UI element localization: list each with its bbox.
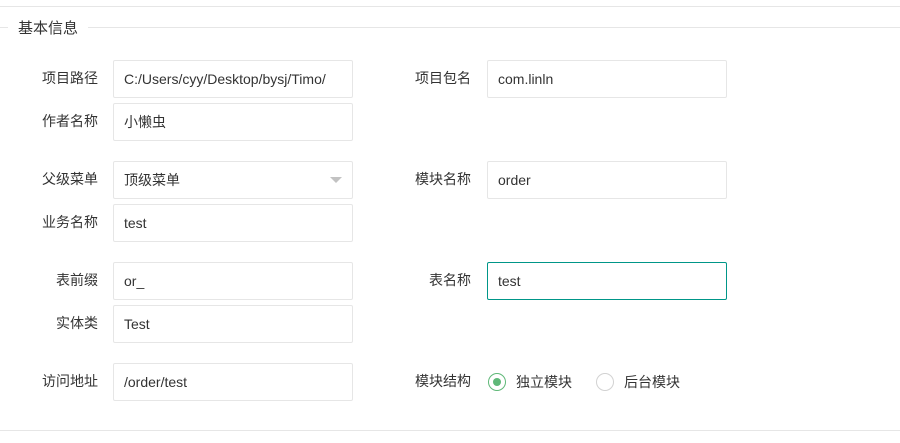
package-name-input[interactable]: com.linln [487, 60, 727, 98]
module-structure-radio-group: 独立模块 后台模块 [488, 363, 704, 401]
radio-unchecked-icon [596, 373, 614, 391]
radio-admin-module[interactable]: 后台模块 [596, 372, 680, 392]
radio-admin-label: 后台模块 [624, 375, 680, 391]
module-name-label: 模块名称 [415, 172, 471, 188]
code-generator-form: 基本信息 项目路径 C:/Users/cyy/Desktop/bysj/Timo… [0, 0, 900, 443]
table-name-input[interactable]: test [487, 262, 727, 300]
business-name-input[interactable]: test [113, 204, 353, 242]
top-divider [0, 6, 900, 7]
radio-standalone-module[interactable]: 独立模块 [488, 372, 572, 392]
table-name-label: 表名称 [429, 273, 471, 289]
radio-standalone-label: 独立模块 [516, 375, 572, 391]
entity-class-label: 实体类 [56, 316, 98, 332]
module-name-input[interactable]: order [487, 161, 727, 199]
business-name-label: 业务名称 [42, 215, 98, 231]
module-structure-label: 模块结构 [415, 374, 471, 390]
entity-class-input[interactable]: Test [113, 305, 353, 343]
author-name-input[interactable]: 小懒虫 [113, 103, 353, 141]
section-title: 基本信息 [18, 19, 79, 37]
author-name-label: 作者名称 [42, 114, 98, 130]
radio-checked-icon [488, 373, 506, 391]
package-name-label: 项目包名 [415, 71, 471, 87]
